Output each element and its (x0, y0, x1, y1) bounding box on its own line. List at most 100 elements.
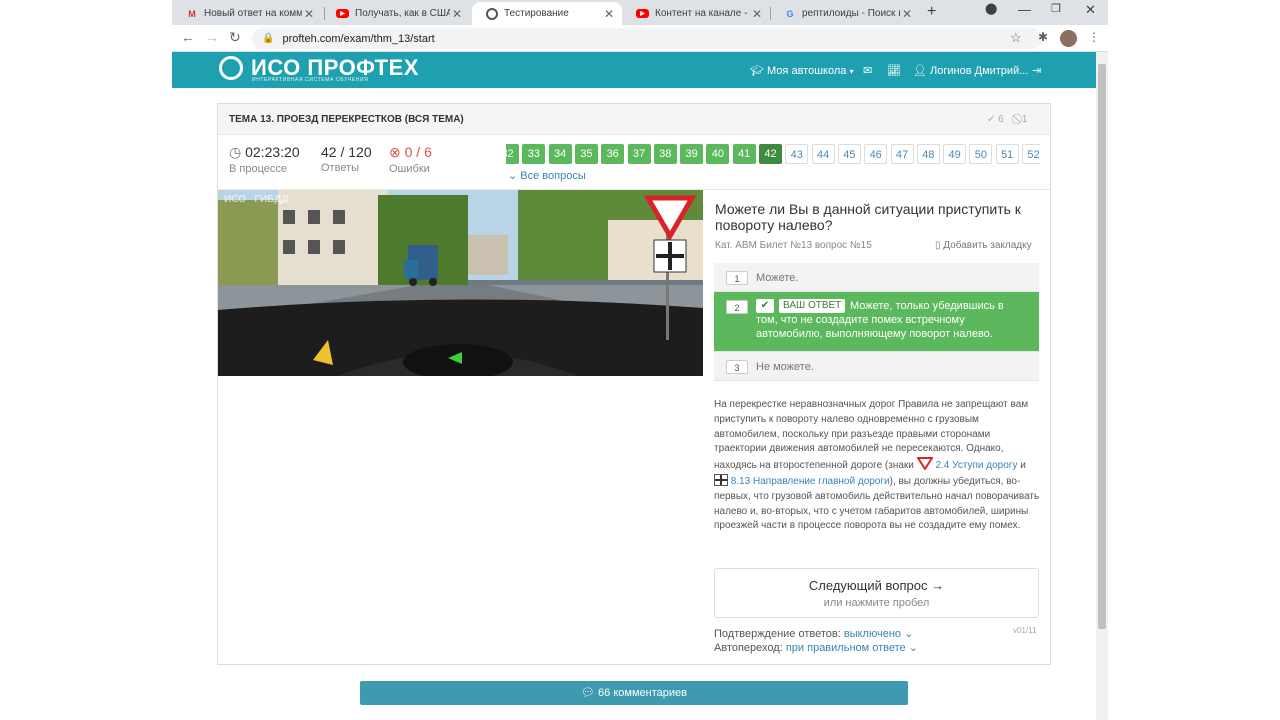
skipped-count: ⃠ 1 (1021, 114, 1028, 125)
tab-testing[interactable]: Тестирование ✕ (472, 2, 622, 25)
timer-stat: ◷ 02:23:20 В процессе (229, 144, 300, 175)
question-text: Можете ли Вы в данной ситуации приступит… (715, 201, 1021, 233)
correct-count: ✓ 6 (987, 114, 1004, 125)
exam-title: ТЕМА 13. ПРОЕЗД ПЕРЕКРЕСТКОВ (ВСЯ ТЕМА) (229, 114, 464, 125)
question-number[interactable]: 51 (995, 144, 1019, 164)
tab-title: рептилоиды - Поиск в Go (802, 8, 900, 19)
version-label: v01/11 (1013, 626, 1037, 635)
road-scene (218, 190, 703, 376)
close-window-icon[interactable]: ✕ (1085, 2, 1096, 18)
tab-youtube-2[interactable]: ▶ Контент на канале - YouT ✕ (622, 2, 770, 25)
back-icon[interactable]: ← (181, 29, 195, 45)
right-margin (1108, 0, 1280, 720)
answer-text: Можете, только убедившись в том, что не … (756, 300, 1004, 340)
question-number[interactable]: 36 (601, 144, 625, 164)
logo-icon[interactable] (219, 56, 243, 80)
sign-link-8-13[interactable]: 8.13 Направление главной дороги (731, 476, 890, 487)
chevron-down-icon: ⌄ (908, 642, 918, 654)
caret-down-icon: ▾ (849, 67, 854, 76)
add-bookmark-link[interactable]: ▯ Добавить закладку (935, 240, 1032, 251)
tab-google[interactable]: G рептилоиды - Поиск в Go ✕ (770, 2, 920, 25)
forward-icon[interactable]: → (205, 29, 219, 45)
next-question-button[interactable]: Следующий вопрос → или нажмите пробел (714, 568, 1039, 618)
tab-gmail[interactable]: M Новый ответ на коммент ✕ (172, 2, 322, 25)
bookmark-icon: ▯ (935, 240, 941, 251)
question-number[interactable]: 32 (506, 144, 519, 164)
question-number[interactable]: 45 (837, 144, 861, 164)
question-number[interactable]: 42 (759, 144, 782, 164)
close-icon[interactable]: ✕ (900, 7, 914, 21)
logout-icon[interactable]: ⇥ (1032, 64, 1041, 77)
yield-sign-icon (915, 457, 934, 472)
close-icon[interactable]: ✕ (450, 7, 464, 21)
question-number[interactable]: 39 (680, 144, 704, 164)
clock-icon: ◷ (229, 144, 242, 160)
question-number[interactable]: 47 (890, 144, 914, 164)
answers-stat: 42 / 120 Ответы (321, 144, 372, 174)
profile-avatar[interactable] (1060, 30, 1077, 47)
question-picture: ИСО ГИБДД (218, 190, 703, 376)
tab-title: Контент на канале - YouT (655, 8, 750, 19)
tab-title: Тестирование (504, 8, 569, 19)
question-number[interactable]: 44 (811, 144, 835, 164)
close-icon[interactable]: ✕ (302, 7, 316, 21)
maximize-icon[interactable]: ❐ (1051, 2, 1061, 15)
nav-user[interactable]: 👤︎ Логинов Дмитрий... (913, 64, 1028, 77)
user-icon: 👤︎ (913, 65, 927, 77)
tab-youtube-1[interactable]: ▶ Получать, как в США, тра ✕ (322, 2, 470, 25)
extensions-icon[interactable]: ✱ (1038, 30, 1048, 44)
errors-stat: ⊗ 0 / 6 Ошибки (389, 144, 432, 175)
sign-link-2-4[interactable]: 2.4 Уступи дорогу (935, 460, 1017, 471)
question-number[interactable]: 46 (864, 144, 888, 164)
question-number[interactable]: 43 (785, 144, 809, 164)
confirm-toggle[interactable]: выключено ⌄ (844, 628, 913, 640)
star-icon[interactable]: ☆ (1010, 30, 1022, 46)
all-questions-link[interactable]: ⌄ Все вопросы (508, 169, 586, 182)
question-number[interactable]: 33 (522, 144, 546, 164)
card-header: ТЕМА 13. ПРОЕЗД ПЕРЕКРЕСТКОВ (ВСЯ ТЕМА) … (218, 104, 1050, 135)
youtube-icon: ▶ (336, 9, 349, 18)
confirm-setting: Подтверждение ответов: выключено ⌄ (714, 628, 914, 640)
answer-number: 1 (726, 271, 748, 285)
tab-search-icon[interactable]: ⬤ (985, 2, 997, 15)
close-icon[interactable]: ✕ (602, 7, 616, 21)
question-number[interactable]: 37 (627, 144, 651, 164)
menu-icon[interactable]: ⋮ (1088, 30, 1100, 44)
question-number[interactable]: 48 (916, 144, 940, 164)
chevron-down-icon: ⌄ (508, 170, 518, 182)
question-navigator: 3233343536373839404142434445464748495051… (506, 144, 1040, 166)
answer-number: 3 (726, 360, 748, 374)
tab-strip: M Новый ответ на коммент ✕ ▶ Получать, к… (172, 0, 1108, 25)
question-meta: Кат. ABM Билет №13 вопрос №15 (715, 240, 872, 251)
address-bar[interactable]: 🔒 profteh.com/exam/thm_13/start (252, 28, 1042, 49)
question-number[interactable]: 52 (1022, 144, 1040, 164)
answer-option-2[interactable]: 2 ✔ ВАШ ОТВЕТ Можете, только убедившись … (714, 292, 1039, 352)
question-number[interactable]: 40 (706, 144, 730, 164)
lock-icon: 🔒 (262, 33, 275, 44)
auto-toggle[interactable]: при правильном ответе ⌄ (786, 642, 918, 654)
new-tab-icon[interactable]: + (927, 3, 936, 21)
explanation: На перекрестке неравнозначных дорог Прав… (714, 399, 1040, 532)
answer-option-1[interactable]: 1 Можете. (714, 263, 1039, 292)
check-icon: ✓ (987, 114, 996, 125)
question-number[interactable]: 34 (548, 144, 572, 164)
reload-icon[interactable]: ↻ (229, 29, 241, 46)
page-scrollbar[interactable] (1096, 52, 1108, 720)
envelope-icon[interactable]: ✉ (863, 64, 872, 77)
scrollbar-thumb[interactable] (1098, 64, 1106, 629)
left-margin (0, 0, 172, 720)
chart-icon[interactable]: 📈︎ (887, 64, 901, 77)
question-number[interactable]: 41 (732, 144, 756, 164)
question-number[interactable]: 49 (943, 144, 967, 164)
comments-button[interactable]: 💬︎ 66 комментариев (360, 681, 908, 705)
question-number[interactable]: 35 (574, 144, 598, 164)
comments-icon: 💬︎ (581, 687, 595, 699)
answer-option-3[interactable]: 3 Не можете. (714, 352, 1039, 381)
minimize-icon[interactable]: — (1018, 2, 1031, 17)
tab-title: Новый ответ на коммент (204, 8, 302, 19)
close-icon[interactable]: ✕ (750, 7, 764, 21)
question-number[interactable]: 38 (653, 144, 677, 164)
question-number[interactable]: 50 (969, 144, 993, 164)
nav-my-school[interactable]: 🎓︎ Моя автошкола ▾ (750, 64, 853, 77)
answers-list: 1 Можете. 2 ✔ ВАШ ОТВЕТ Можете, только у… (714, 263, 1039, 381)
